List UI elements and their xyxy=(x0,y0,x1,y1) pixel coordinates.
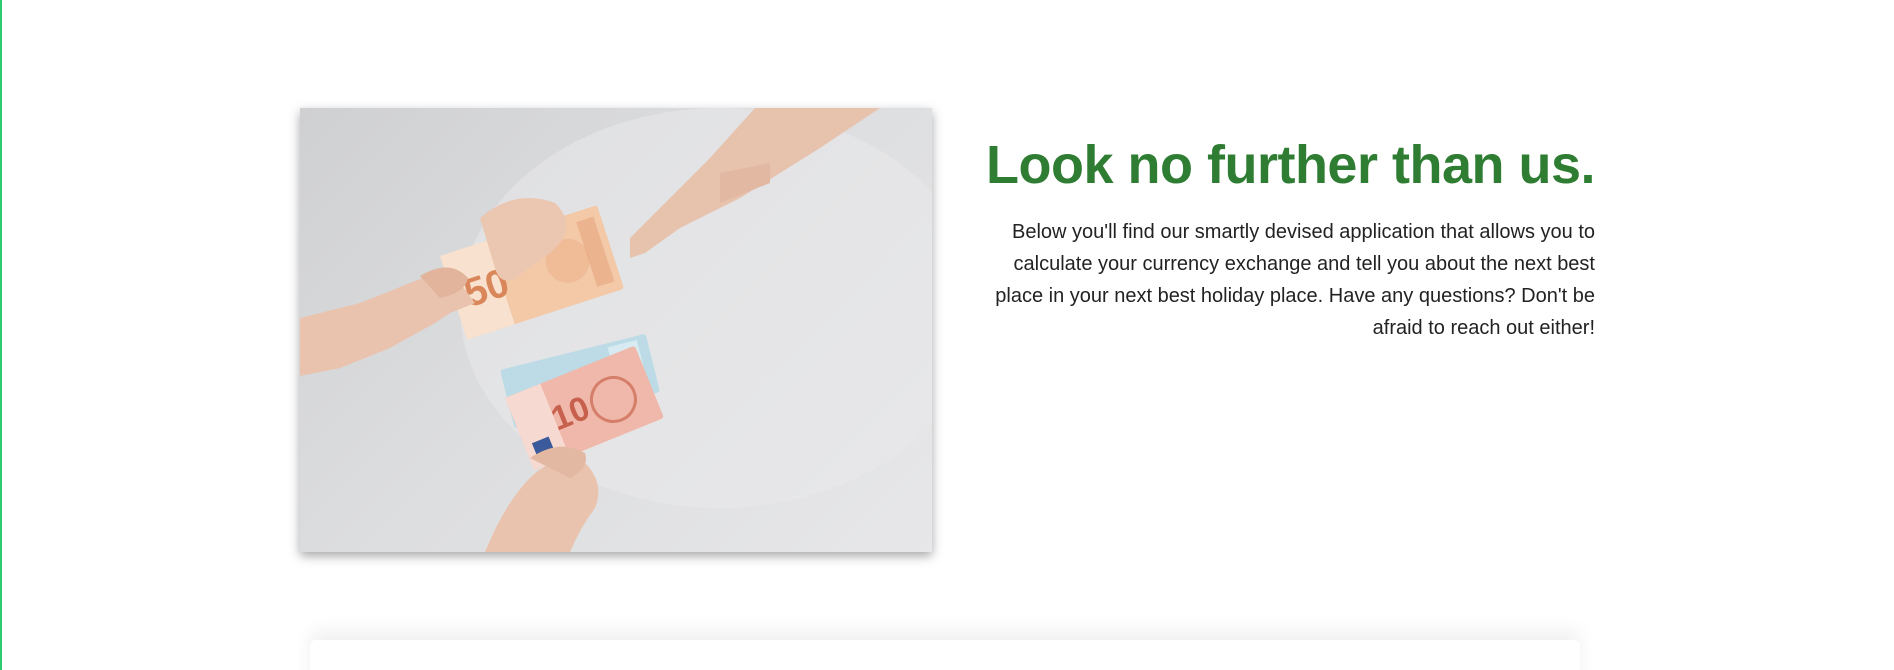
page: 50 10 Look no further than us. Below you… xyxy=(0,0,1894,670)
next-section-card xyxy=(310,640,1580,670)
hero-headline: Look no further than us. xyxy=(986,135,1595,195)
hero-text-block: Look no further than us. Below you'll fi… xyxy=(975,130,1595,344)
money-exchange-illustration: 50 10 xyxy=(300,108,932,552)
hero-image: 50 10 xyxy=(300,108,932,552)
hero-description: Below you'll find our smartly devised ap… xyxy=(995,221,1595,339)
left-edge-accent xyxy=(0,0,2,670)
